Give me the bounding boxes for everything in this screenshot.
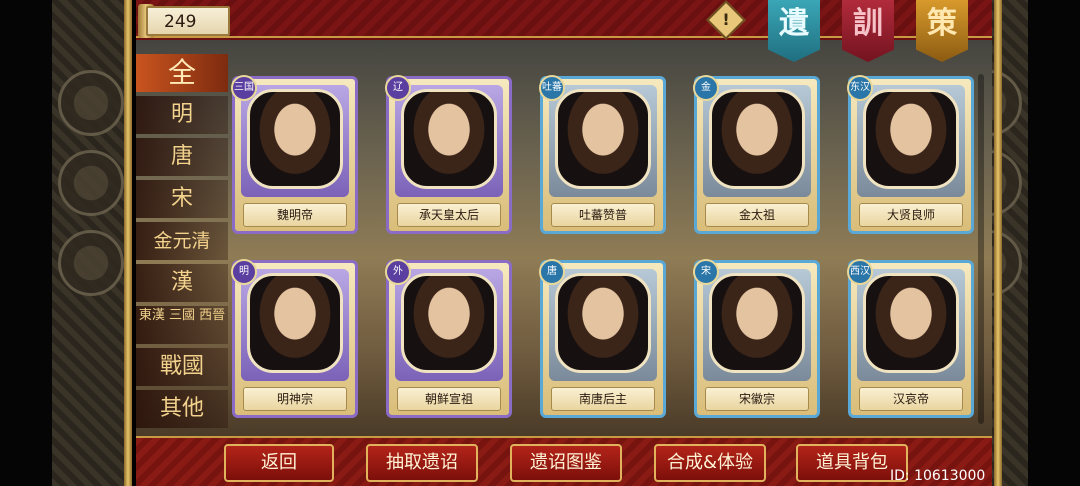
tab-donghan-sanguo-xijin[interactable]: 東漢 三國 西晉	[136, 306, 228, 344]
card-name: 朝鲜宣祖	[397, 387, 501, 411]
card-name: 汉哀帝	[859, 387, 963, 411]
portrait	[247, 273, 343, 373]
edict-card[interactable]: 西汉 汉哀帝	[847, 259, 974, 418]
portrait	[709, 273, 805, 373]
era-badge: 外	[385, 259, 411, 285]
tab-ming[interactable]: 明	[136, 96, 228, 134]
tab-jin-yuan-qing[interactable]: 金元清	[136, 222, 228, 260]
portrait	[863, 89, 959, 189]
portrait	[863, 273, 959, 373]
card-name: 金太祖	[705, 203, 809, 227]
draw-edict-button[interactable]: 抽取遗诏	[366, 444, 478, 482]
dynasty-tabs: 全 明 唐 宋 金元清 漢 東漢 三國 西晉 戰國 其他	[136, 54, 228, 434]
edict-card[interactable]: 三国 魏明帝	[231, 75, 358, 234]
era-badge: 东汉	[847, 75, 873, 101]
portrait	[555, 273, 651, 373]
era-badge: 明	[231, 259, 257, 285]
card-name: 宋徽宗	[705, 387, 809, 411]
card-name: 明神宗	[243, 387, 347, 411]
card-name: 大贤良师	[859, 203, 963, 227]
edict-card[interactable]: 唐 南唐后主	[539, 259, 666, 418]
tab-han[interactable]: 漢	[136, 264, 228, 302]
back-button[interactable]: 返回	[224, 444, 334, 482]
card-name: 南唐后主	[551, 387, 655, 411]
tab-all[interactable]: 全	[136, 54, 228, 92]
warning-icon: !	[722, 10, 730, 29]
card-scrollbar[interactable]	[978, 74, 984, 424]
card-name: 承天皇太后	[397, 203, 501, 227]
era-badge: 金	[693, 75, 719, 101]
era-badge: 辽	[385, 75, 411, 101]
edict-gallery-button[interactable]: 遗诏图鉴	[510, 444, 622, 482]
portrait	[401, 89, 497, 189]
tab-song[interactable]: 宋	[136, 180, 228, 218]
edict-card[interactable]: 吐蕃 吐蕃赞普	[539, 75, 666, 234]
card-name: 魏明帝	[243, 203, 347, 227]
edict-card[interactable]: 明 明神宗	[231, 259, 358, 418]
portrait	[709, 89, 805, 189]
left-ornament	[52, 0, 130, 486]
currency-value: 249	[164, 12, 197, 32]
banner-ce[interactable]: 策	[916, 0, 968, 62]
era-badge: 宋	[693, 259, 719, 285]
era-badge: 三国	[231, 75, 257, 101]
player-id: ID: 10613000	[890, 468, 986, 484]
left-letterbox	[0, 0, 52, 486]
tab-other[interactable]: 其他	[136, 390, 228, 428]
tab-tang[interactable]: 唐	[136, 138, 228, 176]
right-letterbox	[1028, 0, 1080, 486]
card-name: 吐蕃赞普	[551, 203, 655, 227]
edict-card[interactable]: 辽 承天皇太后	[385, 75, 512, 234]
banner-yi[interactable]: 遺	[768, 0, 820, 62]
currency-counter: 249	[146, 6, 230, 36]
compose-experience-button[interactable]: 合成&体验	[654, 444, 766, 482]
era-badge: 吐蕃	[539, 75, 565, 101]
tab-zhanguo[interactable]: 戰國	[136, 348, 228, 386]
edict-card[interactable]: 东汉 大贤良师	[847, 75, 974, 234]
portrait	[401, 273, 497, 373]
dragon-emblem-icon	[58, 230, 124, 296]
edict-card[interactable]: 外 朝鲜宣祖	[385, 259, 512, 418]
era-badge: 唐	[539, 259, 565, 285]
banner-xun[interactable]: 訓	[842, 0, 894, 62]
dragon-emblem-icon	[58, 150, 124, 216]
left-gold-bar	[124, 0, 132, 486]
portrait	[555, 89, 651, 189]
era-badge: 西汉	[847, 259, 873, 285]
right-gold-bar	[994, 0, 1002, 486]
portrait	[247, 89, 343, 189]
dragon-emblem-icon	[58, 70, 124, 136]
edict-card[interactable]: 宋 宋徽宗	[693, 259, 820, 418]
edict-card[interactable]: 金 金太祖	[693, 75, 820, 234]
